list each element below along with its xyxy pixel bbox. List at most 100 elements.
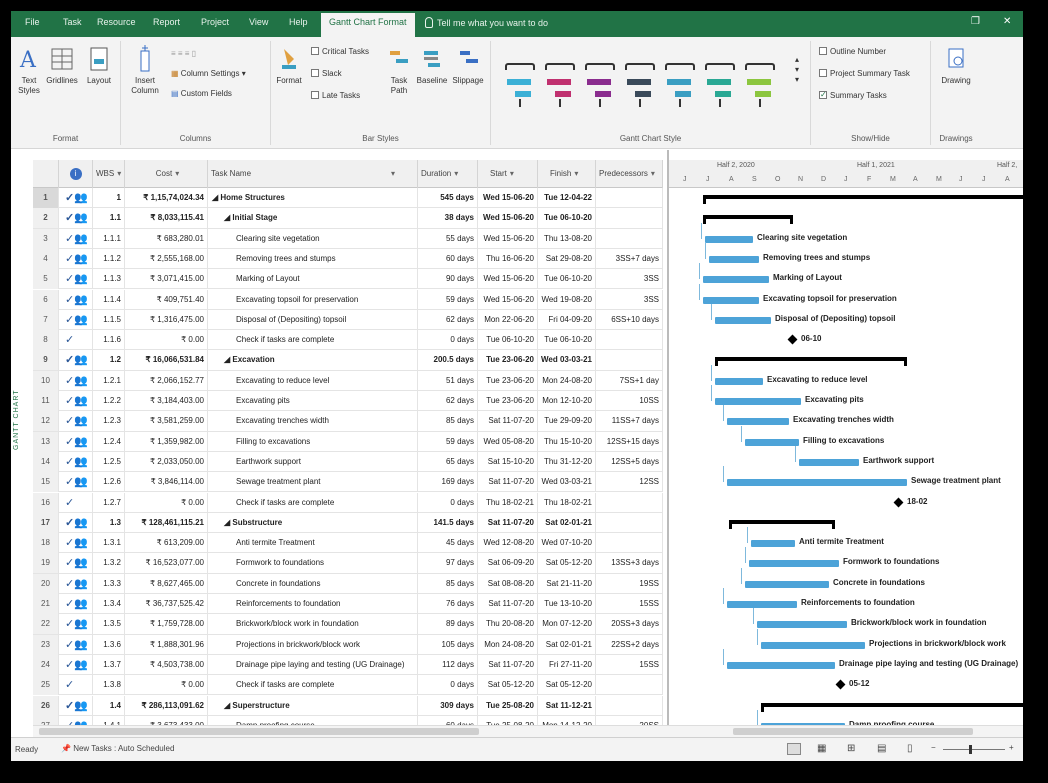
cost-cell[interactable]: ₹ 0.00 <box>125 675 208 696</box>
close-icon[interactable]: ✕ <box>1003 16 1011 27</box>
task-bar[interactable] <box>715 316 771 324</box>
table-row[interactable]: ✓👥 5 1.1.3 ₹ 3,071,415.00 Marking of Layout 9… <box>33 269 663 290</box>
finish-cell[interactable]: Tue 12-04-22 <box>538 188 596 208</box>
predecessors-cell[interactable] <box>596 675 663 696</box>
row-number[interactable]: 1 <box>33 188 59 208</box>
task-name-cell[interactable]: Concrete in foundations <box>208 573 418 594</box>
cost-cell[interactable]: ₹ 8,627,465.00 <box>125 573 208 594</box>
summary-bar[interactable] <box>761 702 1023 712</box>
task-bar[interactable] <box>703 296 759 304</box>
drawing-button[interactable]: Drawing <box>937 45 975 86</box>
row-number[interactable]: 7 <box>33 309 59 330</box>
table-row[interactable]: ✓👥 26 1.4 ₹ 286,113,091.62 ◢ Superstructure 3… <box>33 695 663 716</box>
start-cell[interactable]: Sat 15-10-20 <box>478 451 538 472</box>
wbs-cell[interactable]: 1.1.6 <box>93 330 125 351</box>
tab-view[interactable]: View <box>249 17 268 27</box>
task-name-cell[interactable]: Excavating topsoil for preservation <box>208 289 418 310</box>
task-name-cell[interactable]: Earthwork support <box>208 451 418 472</box>
duration-cell[interactable]: 0 days <box>418 675 478 696</box>
report-icon[interactable]: ▯ <box>907 743 913 754</box>
cost-cell[interactable]: ₹ 3,846,114.00 <box>125 472 208 493</box>
predecessors-cell[interactable] <box>596 208 663 229</box>
table-row[interactable]: ✓👥 9 1.2 ₹ 16,066,531.84 ◢ Excavation 200.5 d… <box>33 350 663 371</box>
row-number[interactable]: 3 <box>33 228 59 249</box>
row-number[interactable]: 8 <box>33 330 59 351</box>
predecessors-cell[interactable] <box>596 228 663 249</box>
wbs-cell[interactable]: 1.3 <box>93 512 125 533</box>
predecessors-cell[interactable]: 22SS+2 days <box>596 634 663 655</box>
table-row[interactable]: ✓ 25 1.3.8 ₹ 0.00 Check if tasks are complet… <box>33 675 663 696</box>
cost-cell[interactable]: ₹ 3,184,403.00 <box>125 391 208 411</box>
table-row[interactable]: ✓ 16 1.2.7 ₹ 0.00 Check if tasks are complet… <box>33 492 663 513</box>
task-name-cell[interactable]: Drainage pipe laying and testing (UG Dra… <box>208 654 418 675</box>
predecessors-cell[interactable] <box>596 695 663 716</box>
zoom-slider[interactable] <box>943 749 1005 750</box>
start-cell[interactable]: Thu 18-02-21 <box>478 492 538 513</box>
start-cell[interactable]: Wed 05-08-20 <box>478 431 538 452</box>
duration-cell[interactable]: 90 days <box>418 269 478 290</box>
insert-column-button[interactable]: Insert Column <box>127 45 163 96</box>
predecessors-cell[interactable]: 3SS+7 days <box>596 248 663 269</box>
duration-cell[interactable]: 65 days <box>418 451 478 472</box>
task-name-cell[interactable]: ◢ Excavation <box>208 350 418 371</box>
duration-cell[interactable]: 60 days <box>418 715 478 725</box>
row-number[interactable]: 19 <box>33 553 59 574</box>
duration-cell[interactable]: 169 days <box>418 472 478 493</box>
finish-cell[interactable]: Sat 21-11-20 <box>538 573 596 594</box>
milestone-diamond[interactable] <box>835 679 846 690</box>
layout-button[interactable]: Layout <box>83 45 115 86</box>
tab-project[interactable]: Project <box>201 17 229 27</box>
predecessors-cell[interactable]: 12SS <box>596 472 663 493</box>
finish-cell[interactable]: Sat 02-01-21 <box>538 634 596 655</box>
start-cell[interactable]: Sat 11-07-20 <box>478 472 538 493</box>
restore-icon[interactable]: ❐ <box>971 16 980 27</box>
cost-cell[interactable]: ₹ 1,359,982.00 <box>125 431 208 452</box>
start-cell[interactable]: Mon 22-06-20 <box>478 309 538 330</box>
tab-help[interactable]: Help <box>289 17 308 27</box>
duration-cell[interactable]: 545 days <box>418 188 478 208</box>
wbs-cell[interactable]: 1.1.3 <box>93 269 125 290</box>
predecessors-cell[interactable]: 12SS+15 days <box>596 431 663 452</box>
summary-bar[interactable] <box>729 519 835 529</box>
finish-cell[interactable]: Wed 03-03-21 <box>538 472 596 493</box>
duration-cell[interactable]: 59 days <box>418 289 478 310</box>
gantt-style-swatch[interactable] <box>625 63 655 113</box>
table-row[interactable]: ✓👥 12 1.2.3 ₹ 3,581,259.00 Excavating trench… <box>33 411 663 432</box>
task-name-cell[interactable]: Removing trees and stumps <box>208 248 418 269</box>
finish-cell[interactable]: Wed 07-10-20 <box>538 533 596 554</box>
task-name-cell[interactable]: Clearing site vegetation <box>208 228 418 249</box>
cost-cell[interactable]: ₹ 1,15,74,024.34 <box>125 188 208 208</box>
custom-fields-button[interactable]: ▤ Custom Fields <box>171 89 232 98</box>
start-cell[interactable]: Tue 25-08-20 <box>478 715 538 725</box>
finish-cell[interactable]: Thu 31-12-20 <box>538 451 596 472</box>
wbs-cell[interactable]: 1.1.4 <box>93 289 125 310</box>
scroll-thumb-left[interactable] <box>39 728 479 735</box>
duration-cell[interactable]: 309 days <box>418 695 478 716</box>
wbs-cell[interactable]: 1.3.3 <box>93 573 125 594</box>
row-number[interactable]: 9 <box>33 350 59 371</box>
summary-tasks-checkbox[interactable]: Summary Tasks <box>819 91 887 100</box>
duration-cell[interactable]: 112 days <box>418 654 478 675</box>
task-name-cell[interactable]: Excavating to reduce level <box>208 370 418 391</box>
wbs-cell[interactable]: 1.3.7 <box>93 654 125 675</box>
task-name-cell[interactable]: Formwork to foundations <box>208 553 418 574</box>
table-row[interactable]: ✓👥 23 1.3.6 ₹ 1,888,301.96 Projections in br… <box>33 634 663 655</box>
task-name-cell[interactable]: Filling to excavations <box>208 431 418 452</box>
start-cell[interactable]: Tue 23-06-20 <box>478 391 538 411</box>
start-header[interactable]: Start ▾ <box>478 160 538 188</box>
wbs-cell[interactable]: 1.1.2 <box>93 248 125 269</box>
finish-cell[interactable]: Sat 29-08-20 <box>538 248 596 269</box>
cost-cell[interactable]: ₹ 16,523,077.00 <box>125 553 208 574</box>
cost-cell[interactable]: ₹ 613,209.00 <box>125 533 208 554</box>
finish-cell[interactable]: Tue 13-10-20 <box>538 594 596 614</box>
wbs-cell[interactable]: 1.2.7 <box>93 492 125 513</box>
finish-cell[interactable]: Tue 06-10-20 <box>538 269 596 290</box>
start-cell[interactable]: Thu 16-06-20 <box>478 248 538 269</box>
task-name-cell[interactable]: Excavating pits <box>208 391 418 411</box>
cost-cell[interactable]: ₹ 128,461,115.21 <box>125 512 208 533</box>
row-number[interactable]: 15 <box>33 472 59 493</box>
duration-cell[interactable]: 0 days <box>418 330 478 351</box>
select-all-corner[interactable] <box>33 160 59 188</box>
wbs-cell[interactable]: 1.3.1 <box>93 533 125 554</box>
duration-cell[interactable]: 59 days <box>418 431 478 452</box>
